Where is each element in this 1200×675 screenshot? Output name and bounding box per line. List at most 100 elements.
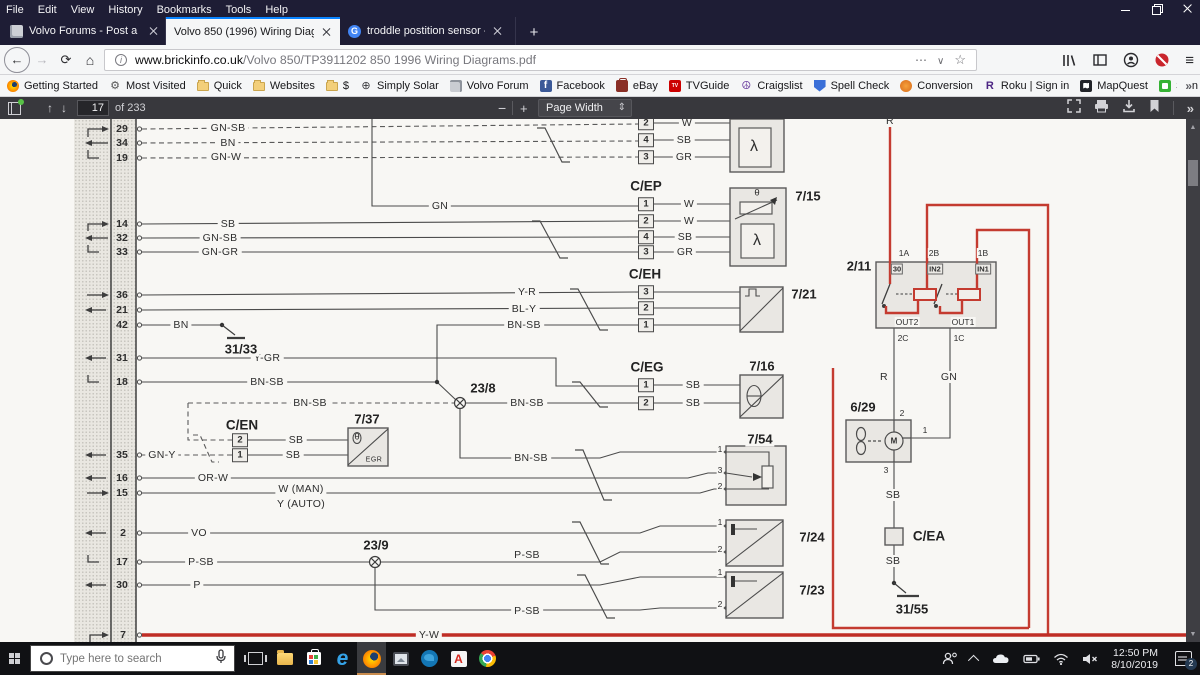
- print-icon[interactable]: [1094, 99, 1109, 118]
- nextdoor-icon: [1159, 80, 1171, 92]
- back-button[interactable]: [4, 47, 30, 73]
- file-explorer-icon[interactable]: [270, 642, 299, 675]
- taskbar-search[interactable]: [30, 645, 235, 672]
- menu-bookmarks[interactable]: Bookmarks: [157, 4, 212, 16]
- menu-help[interactable]: Help: [265, 4, 288, 16]
- bookmark-page-icon[interactable]: [1149, 99, 1160, 118]
- diagram-label: GR: [674, 246, 696, 258]
- new-tab-button[interactable]: [522, 21, 546, 45]
- bookmark-item[interactable]: $: [326, 80, 349, 92]
- bookmark-item[interactable]: Getting Started: [7, 80, 98, 92]
- reload-button[interactable]: [54, 52, 78, 68]
- bookmark-item[interactable]: Roku | Sign in: [984, 80, 1069, 92]
- pdf-more-tools-icon[interactable]: »: [1187, 101, 1194, 116]
- bookmark-item[interactable]: TVGuide: [669, 80, 729, 92]
- microphone-icon[interactable]: [216, 649, 226, 669]
- diagram-label: 4: [638, 133, 654, 147]
- bookmarks-overflow-icon[interactable]: [1177, 79, 1192, 93]
- task-view-icon[interactable]: [241, 642, 270, 675]
- edge-icon[interactable]: [328, 642, 357, 675]
- folder-icon: [326, 82, 338, 91]
- tab-close-icon[interactable]: [149, 27, 157, 35]
- firefox-icon[interactable]: [357, 642, 386, 675]
- bookmark-item[interactable]: Volvo Forum: [450, 80, 529, 92]
- home-button[interactable]: [78, 52, 102, 68]
- bookmark-item[interactable]: Conversion: [900, 80, 973, 92]
- scroll-down-icon[interactable]: [1186, 631, 1200, 638]
- pocket-icon[interactable]: [937, 53, 944, 67]
- page-actions-icon[interactable]: [915, 53, 927, 67]
- tab-close-icon[interactable]: [322, 28, 330, 36]
- library-icon[interactable]: [1061, 52, 1077, 68]
- close-icon[interactable]: [1183, 4, 1192, 13]
- tab-volvo-forums[interactable]: Volvo Forums - Post a reply: [2, 17, 166, 45]
- window-titlebar: File Edit View History Bookmarks Tools Help: [0, 0, 1200, 17]
- windows-taskbar: 12:50 PM 8/10/2019 2: [0, 642, 1200, 675]
- volume-muted-icon[interactable]: [1082, 653, 1098, 665]
- acrobat-icon[interactable]: [444, 642, 473, 675]
- menu-view[interactable]: View: [71, 4, 95, 16]
- clock-time: 12:50 PM: [1111, 647, 1158, 659]
- menu-edit[interactable]: Edit: [38, 4, 57, 16]
- zoom-in-icon[interactable]: [520, 101, 528, 116]
- download-icon[interactable]: [1122, 99, 1136, 118]
- tab-google-search[interactable]: troddle postition sensor - Goo: [340, 17, 516, 45]
- minimize-icon[interactable]: [1121, 4, 1130, 13]
- action-center-icon[interactable]: 2: [1175, 651, 1192, 666]
- page-number-input[interactable]: [77, 100, 109, 116]
- adblock-icon[interactable]: [1154, 52, 1170, 68]
- bookmark-item[interactable]: Quick: [197, 80, 242, 92]
- bookmark-label: Conversion: [917, 80, 973, 92]
- diagram-label: BN-SB: [504, 319, 544, 331]
- search-input[interactable]: [60, 653, 216, 665]
- bookmark-item[interactable]: Websites: [253, 80, 315, 92]
- bookmark-item[interactable]: eBay: [616, 80, 658, 92]
- power-icon[interactable]: [1023, 654, 1040, 664]
- bookmark-item[interactable]: Spell Check: [814, 80, 890, 92]
- restore-icon[interactable]: [1152, 4, 1161, 13]
- bookmark-item[interactable]: Simply Solar: [360, 80, 439, 92]
- forward-button[interactable]: [30, 52, 54, 67]
- start-button[interactable]: [0, 642, 30, 675]
- bookmark-star-icon[interactable]: [954, 52, 966, 68]
- previous-page-icon[interactable]: [47, 101, 53, 115]
- next-page-icon[interactable]: [61, 101, 67, 115]
- thunderbird-icon[interactable]: [415, 642, 444, 675]
- pdf-sidebar-toggle-icon[interactable]: [8, 102, 21, 115]
- diagram-label: OUT1: [951, 317, 976, 327]
- onedrive-icon[interactable]: [992, 653, 1010, 664]
- tray-expand-icon[interactable]: [971, 655, 979, 663]
- diagram-label: 2B: [928, 248, 940, 258]
- tab-wiring-diagrams[interactable]: Volvo 850 (1996) Wiring Diagrams: [166, 17, 340, 45]
- photo-viewer-icon[interactable]: [386, 642, 415, 675]
- diagram-label: 1: [638, 378, 654, 392]
- url-bar[interactable]: www.brickinfo.co.uk /Volvo 850/TP3911202…: [104, 49, 977, 71]
- presentation-mode-icon[interactable]: [1067, 99, 1081, 118]
- people-icon[interactable]: [942, 652, 958, 666]
- diagram-label: 14: [116, 218, 128, 230]
- menu-history[interactable]: History: [108, 4, 142, 16]
- menu-hamburger-icon[interactable]: [1185, 52, 1194, 69]
- bookmark-item[interactable]: Craigslist: [740, 80, 802, 92]
- zoom-level-select[interactable]: Page Width: [538, 99, 632, 117]
- account-icon[interactable]: [1123, 52, 1139, 68]
- bookmark-item[interactable]: Facebook: [540, 80, 605, 92]
- tab-close-icon[interactable]: [493, 27, 501, 35]
- pdf-scrollbar[interactable]: [1186, 119, 1200, 642]
- scroll-up-icon[interactable]: [1186, 124, 1200, 131]
- wifi-icon[interactable]: [1053, 653, 1069, 665]
- bookmark-item[interactable]: Most Visited: [109, 80, 186, 92]
- chrome-icon[interactable]: [473, 642, 502, 675]
- bookmark-label: Simply Solar: [377, 80, 439, 92]
- menu-file[interactable]: File: [6, 4, 24, 16]
- menu-tools[interactable]: Tools: [226, 4, 252, 16]
- diagram-label: SB: [675, 231, 696, 243]
- zoom-out-icon[interactable]: [498, 100, 506, 116]
- taskbar-clock[interactable]: 12:50 PM 8/10/2019: [1111, 647, 1158, 671]
- bookmark-item[interactable]: MapQuest: [1080, 80, 1148, 92]
- bookmark-label: Craigslist: [757, 80, 802, 92]
- microsoft-store-icon[interactable]: [299, 642, 328, 675]
- sidebar-icon[interactable]: [1092, 52, 1108, 68]
- scrollbar-thumb[interactable]: [1188, 160, 1198, 186]
- site-info-icon[interactable]: [115, 54, 127, 66]
